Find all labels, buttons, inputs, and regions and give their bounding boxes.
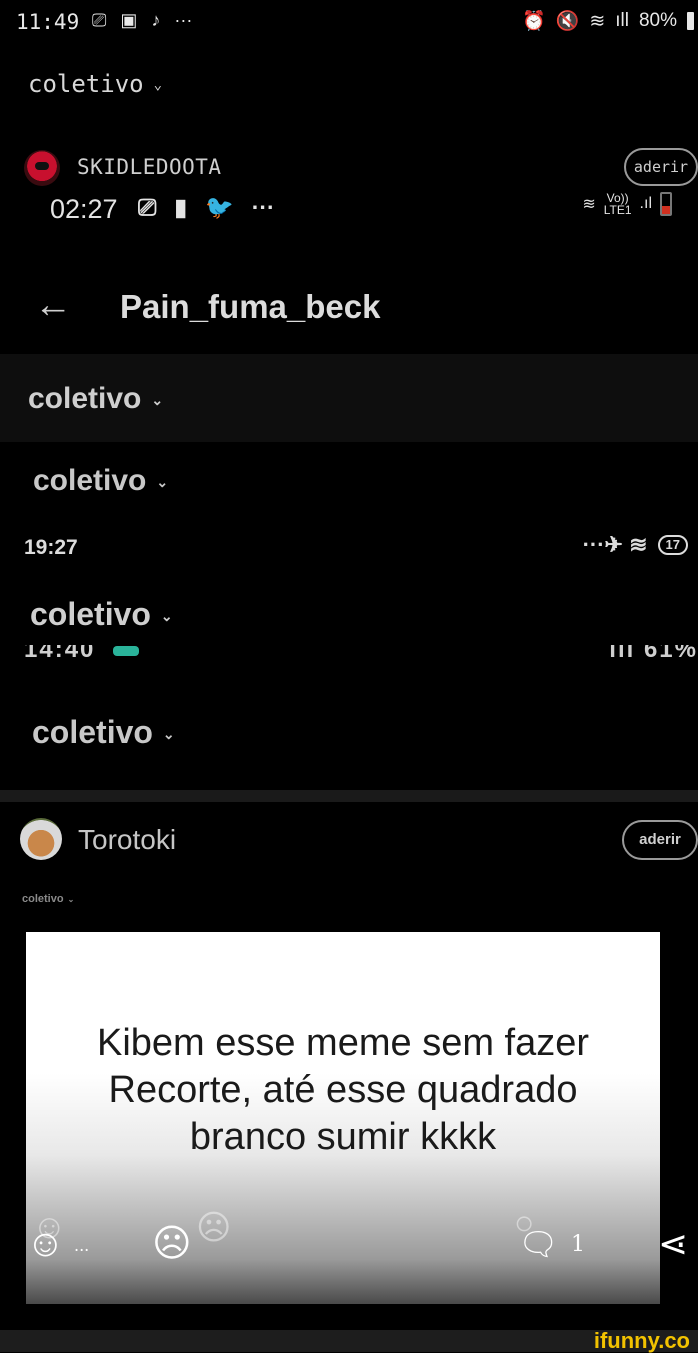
signal-icon: .ıl [639,195,652,212]
ifunny-watermark: ifunny.co [593,1328,690,1353]
back-arrow-icon[interactable]: ← [34,284,72,327]
community-label: coletivo [32,714,153,750]
status-right-icons: ···✈ ≋ 17 [583,532,688,558]
more-dots[interactable]: ... [74,1236,89,1255]
comment-count: 1 [571,1232,585,1257]
chevron-down-icon: ⌄ [67,894,75,904]
status-bar-layer3: 19:27 ···✈ ≋ 17 [0,530,698,570]
wifi-icon: ≋ [582,196,596,213]
meme-text: Kibem esse meme sem fazer Recorte, até e… [96,1022,590,1158]
comment-icon[interactable]: 🗨 [518,1224,559,1264]
community-label: coletivo [30,596,151,632]
badge-icon [113,645,140,656]
status-bar-layer2: 02:27 ⎚ ▮ 🐦 ··· ≋ Vo)) LTE1 .ıl [0,186,698,232]
community-label: coletivo [22,893,64,905]
community-label: coletivo [33,464,147,497]
twitch-icon: ⎚ [92,10,107,30]
smile-icon[interactable]: ☺ [26,1224,65,1264]
community-selector[interactable]: coletivo ⌄ [32,714,175,751]
community-label: coletivo [28,382,142,415]
airplane-wifi-icons: ···✈ ≋ [582,532,648,557]
battery-icon [687,12,694,30]
author-name[interactable]: Torotoki [78,824,176,856]
header: ← Pain_fuma_beck [0,276,698,342]
status-time: 02:27 [50,194,118,224]
chevron-down-icon: ⌄ [160,608,173,625]
reaction-bar: ☺ ☹ ○ ☺ ... ☹ 🗨 1 ⋖ [26,1204,698,1276]
battery-icon [660,192,672,216]
join-button[interactable]: aderir [622,820,698,860]
community-selector[interactable]: coletivo ⌄ [22,893,74,905]
sad-icon-ghost: ☹ [196,1209,232,1247]
more-icon: ··· [251,194,275,220]
chevron-down-icon: ⌄ [156,473,169,490]
more-icon: ··· [174,10,193,30]
battery-percent: 80% [638,10,677,31]
mute-icon: 🔇 [555,11,580,32]
avatar[interactable] [24,150,60,186]
community-selector[interactable]: coletivo ⌄ [28,382,163,416]
share-icon[interactable]: ⋖ [658,1224,688,1264]
alarm-icon: ⏰ [521,11,546,32]
status-right-cropped: ıll 61% [609,645,698,663]
author-name[interactable]: SKIDLEDOOTA [77,155,222,179]
status-left-icons: ⎚ ▣ ♪ ··· [92,10,192,31]
bottom-bar: ifunny.co [0,1330,698,1352]
gallery-icon: ▣ [120,10,138,30]
cropped-status-bar: 14:40 ıll 61% [0,645,698,671]
divider [0,790,698,802]
twitch-icon: ⎚ [138,194,157,220]
signal-icon: ıll [615,10,629,31]
join-button[interactable]: aderir [624,148,698,186]
avatar[interactable] [20,818,62,860]
twitter-icon: 🐦 [205,194,234,220]
post-author-row: SKIDLEDOOTA aderir [22,146,698,190]
status-right-icons: ≋ Vo)) LTE1 .ıl [582,192,672,216]
community-label: coletivo [28,70,144,98]
status-time: 11:49 [16,10,80,34]
alert-icon: ▮ [174,194,188,220]
sad-icon[interactable]: ☹ [152,1224,192,1264]
status-time: 19:27 [24,536,78,559]
wifi-icon: ≋ [589,10,606,32]
community-selector[interactable]: coletivo ⌄ [28,70,162,98]
tiktok-icon: ♪ [151,10,161,30]
chevron-down-icon: ⌄ [153,77,163,93]
community-band: coletivo ⌄ [0,354,698,442]
community-selector[interactable]: coletivo ⌄ [33,464,168,498]
page-title: Pain_fuma_beck [120,288,381,325]
status-left-icons: ⎚ ▮ 🐦 ··· [138,194,275,221]
post-author-row: Torotoki aderir [20,814,698,864]
status-right-icons: ⏰ 🔇 ≋ ıll 80% [522,9,694,33]
lte-indicator: Vo)) LTE1 [603,191,632,217]
status-bar-top: 11:49 ⎚ ▣ ♪ ··· ⏰ 🔇 ≋ ıll 80% [0,0,698,46]
battery-icon: 17 [657,535,688,555]
status-time-cropped: 14:40 [24,645,157,664]
chevron-down-icon: ⌄ [162,726,175,743]
community-selector[interactable]: coletivo ⌄ [30,596,173,633]
chevron-down-icon: ⌄ [151,391,164,408]
